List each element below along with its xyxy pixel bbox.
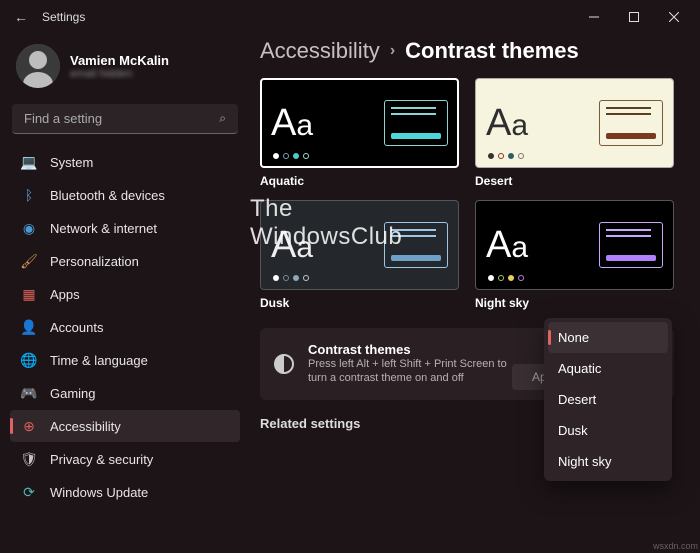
panel-desc: Press left Alt + left Shift + Print Scre… (308, 357, 518, 386)
search-placeholder: Find a setting (24, 111, 102, 126)
theme-desert-label: Desert (475, 174, 674, 188)
bluetooth-icon: ᛒ (20, 186, 38, 204)
apps-icon: ▦ (20, 285, 38, 303)
shield-icon: 🛡 (20, 450, 38, 468)
theme-dusk[interactable]: Aa Dusk (260, 200, 459, 310)
sidebar-item-personalization[interactable]: 🖌Personalization (10, 245, 240, 277)
theme-night-label: Night sky (475, 296, 674, 310)
update-icon: ⟳ (20, 483, 38, 501)
minimize-button[interactable] (574, 3, 614, 31)
theme-desert-thumb[interactable]: Aa (475, 78, 674, 168)
theme-dropdown-menu: None Aquatic Desert Dusk Night sky (544, 318, 672, 481)
maximize-button[interactable] (614, 3, 654, 31)
back-button[interactable]: ← (14, 9, 42, 25)
sidebar-item-system[interactable]: 💻System (10, 146, 240, 178)
user-profile[interactable]: Vamien McKalin email hidden (10, 38, 240, 100)
dropdown-option-desert[interactable]: Desert (548, 384, 668, 415)
panel-title: Contrast themes (308, 342, 518, 357)
theme-dusk-label: Dusk (260, 296, 459, 310)
page-title: Contrast themes (405, 38, 579, 64)
accessibility-icon: ⊕ (20, 417, 38, 435)
theme-aquatic-thumb[interactable]: Aa (260, 78, 459, 168)
attribution: wsxdn.com (653, 541, 698, 551)
dropdown-option-night[interactable]: Night sky (548, 446, 668, 477)
avatar (16, 44, 60, 88)
theme-grid: Aa Aquatic Aa Desert Aa (260, 78, 674, 310)
person-icon: 👤 (20, 318, 38, 336)
sidebar-item-time[interactable]: 🌐Time & language (10, 344, 240, 376)
chevron-right-icon: › (390, 42, 395, 60)
globe-icon: 🌐 (20, 351, 38, 369)
brush-icon: 🖌 (20, 252, 38, 270)
sidebar-item-apps[interactable]: ▦Apps (10, 278, 240, 310)
close-button[interactable] (654, 3, 694, 31)
theme-night-sky[interactable]: Aa Night sky (475, 200, 674, 310)
contrast-icon (274, 354, 294, 374)
window-controls (574, 3, 694, 31)
dropdown-option-dusk[interactable]: Dusk (548, 415, 668, 446)
wifi-icon: ◉ (20, 219, 38, 237)
sidebar-item-network[interactable]: ◉Network & internet (10, 212, 240, 244)
system-icon: 💻 (20, 153, 38, 171)
sidebar-item-accessibility[interactable]: ⊕Accessibility (10, 410, 240, 442)
dropdown-option-none[interactable]: None (548, 322, 668, 353)
theme-aquatic[interactable]: Aa Aquatic (260, 78, 459, 188)
sidebar-item-bluetooth[interactable]: ᛒBluetooth & devices (10, 179, 240, 211)
breadcrumb-parent[interactable]: Accessibility (260, 38, 380, 64)
theme-dusk-thumb[interactable]: Aa (260, 200, 459, 290)
titlebar: ← Settings (0, 0, 700, 34)
theme-aquatic-label: Aquatic (260, 174, 459, 188)
sidebar-item-gaming[interactable]: 🎮Gaming (10, 377, 240, 409)
gamepad-icon: 🎮 (20, 384, 38, 402)
search-icon: ⌕ (219, 111, 226, 126)
breadcrumb: Accessibility › Contrast themes (260, 38, 674, 64)
user-email: email hidden (70, 68, 169, 80)
sidebar: Vamien McKalin email hidden Find a setti… (0, 34, 250, 553)
user-name: Vamien McKalin (70, 53, 169, 68)
theme-night-thumb[interactable]: Aa (475, 200, 674, 290)
dropdown-option-aquatic[interactable]: Aquatic (548, 353, 668, 384)
sidebar-item-accounts[interactable]: 👤Accounts (10, 311, 240, 343)
nav-list: 💻System ᛒBluetooth & devices ◉Network & … (10, 146, 240, 508)
theme-desert[interactable]: Aa Desert (475, 78, 674, 188)
sidebar-item-update[interactable]: ⟳Windows Update (10, 476, 240, 508)
sidebar-item-privacy[interactable]: 🛡Privacy & security (10, 443, 240, 475)
search-input[interactable]: Find a setting ⌕ (12, 104, 238, 134)
window-title: Settings (42, 10, 85, 24)
